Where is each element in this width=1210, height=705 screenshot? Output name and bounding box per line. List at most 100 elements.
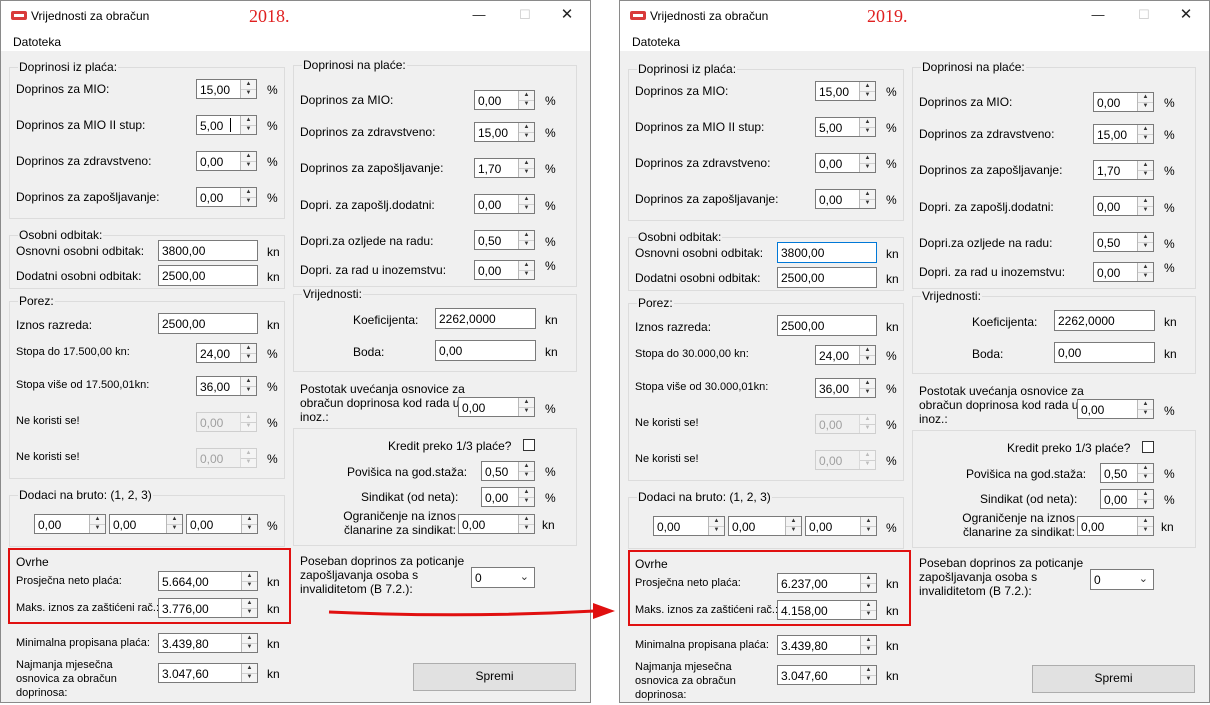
mio2-stepper[interactable]: 5,00 ▲ ▼ [196, 115, 257, 135]
extra-deduction-field[interactable]: 2500,00 [777, 267, 877, 288]
raise-stepper[interactable]: 0,50 ▲ ▼ [481, 461, 535, 481]
title-bar[interactable]: Vrijednosti za obračun 2018. — ☐ ✕ [1, 1, 590, 31]
on-injury-stepper[interactable]: 0,50 ▲ ▼ [1093, 232, 1154, 252]
spin-down-icon[interactable]: ▼ [241, 197, 256, 206]
max-protected-stepper[interactable]: 3.776,00 ▲ ▼ [158, 598, 258, 618]
union-stepper[interactable]: 0,00 ▲ ▼ [481, 487, 535, 507]
gross-3-stepper[interactable]: 0,00 ▲ ▼ [186, 514, 258, 534]
min-base-stepper[interactable]: 3.047,60 ▲ ▼ [777, 665, 877, 685]
menu-file[interactable]: Datoteka [632, 35, 680, 49]
gross-3-stepper[interactable]: 0,00 ▲ ▼ [805, 516, 877, 536]
spin-down-icon[interactable]: ▼ [242, 643, 257, 652]
close-icon[interactable]: ✕ [552, 5, 582, 25]
spin-down-icon[interactable]: ▼ [709, 526, 724, 535]
gross-1-stepper[interactable]: 0,00 ▲ ▼ [34, 514, 106, 534]
spin-down-icon[interactable]: ▼ [861, 583, 876, 592]
spin-down-icon[interactable]: ▼ [1138, 499, 1153, 508]
chevron-down-icon[interactable]: ⌄ [520, 570, 529, 583]
spin-down-icon[interactable]: ▼ [519, 168, 534, 177]
rate-high-stepper[interactable]: 36,00 ▲ ▼ [815, 378, 876, 398]
min-wage-stepper[interactable]: 3.439,80 ▲ ▼ [158, 633, 258, 653]
save-button[interactable]: Spremi [413, 663, 576, 691]
gross-2-stepper[interactable]: 0,00 ▲ ▼ [728, 516, 802, 536]
union-stepper[interactable]: 0,00 ▲ ▼ [1100, 489, 1154, 509]
spin-down-icon[interactable]: ▼ [519, 240, 534, 249]
min-base-stepper[interactable]: 3.047,60 ▲ ▼ [158, 663, 258, 683]
employ-stepper[interactable]: 0,00 ▲ ▼ [196, 187, 257, 207]
spin-down-icon[interactable]: ▼ [519, 407, 534, 416]
spin-down-icon[interactable]: ▼ [519, 270, 534, 279]
special-contrib-select[interactable]: 0 ⌄ [471, 567, 535, 588]
spin-down-icon[interactable]: ▼ [860, 199, 875, 208]
points-field[interactable]: 0,00 [435, 340, 536, 361]
raise-stepper[interactable]: 0,50 ▲ ▼ [1100, 463, 1154, 483]
spin-down-icon[interactable]: ▼ [241, 161, 256, 170]
spin-down-icon[interactable]: ▼ [167, 524, 182, 533]
coef-field[interactable]: 2262,0000 [1054, 310, 1155, 331]
coef-field[interactable]: 2262,0000 [435, 308, 536, 329]
minimize-icon[interactable]: — [1083, 5, 1113, 25]
menu-file[interactable]: Datoteka [13, 35, 61, 49]
on-abroad-stepper[interactable]: 0,00 ▲ ▼ [1093, 262, 1154, 282]
spin-down-icon[interactable]: ▼ [1138, 102, 1153, 111]
increase-stepper[interactable]: 0,00 ▲ ▼ [458, 397, 535, 417]
maximize-icon[interactable]: ☐ [1129, 5, 1159, 25]
spin-down-icon[interactable]: ▼ [90, 524, 105, 533]
spin-down-icon[interactable]: ▼ [1138, 134, 1153, 143]
on-mio-stepper[interactable]: 0,00 ▲ ▼ [1093, 92, 1154, 112]
spin-down-icon[interactable]: ▼ [786, 526, 801, 535]
spin-down-icon[interactable]: ▼ [1138, 473, 1153, 482]
spin-down-icon[interactable]: ▼ [1138, 272, 1153, 281]
health-stepper[interactable]: 0,00 ▲ ▼ [815, 153, 876, 173]
spin-down-icon[interactable]: ▼ [860, 163, 875, 172]
avg-net-stepper[interactable]: 5.664,00 ▲ ▼ [158, 571, 258, 591]
spin-down-icon[interactable]: ▼ [861, 675, 876, 684]
special-contrib-select[interactable]: 0 ⌄ [1090, 569, 1154, 590]
spin-down-icon[interactable]: ▼ [860, 388, 875, 397]
increase-stepper[interactable]: 0,00 ▲ ▼ [1077, 399, 1154, 419]
spin-down-icon[interactable]: ▼ [519, 100, 534, 109]
on-employ-stepper[interactable]: 1,70 ▲ ▼ [1093, 160, 1154, 180]
spin-down-icon[interactable]: ▼ [242, 524, 257, 533]
spin-down-icon[interactable]: ▼ [860, 355, 875, 364]
on-employ-extra-stepper[interactable]: 0,00 ▲ ▼ [1093, 196, 1154, 216]
spin-down-icon[interactable]: ▼ [241, 89, 256, 98]
rate-low-stepper[interactable]: 24,00 ▲ ▼ [196, 343, 257, 363]
chevron-down-icon[interactable]: ⌄ [1139, 572, 1148, 585]
on-abroad-stepper[interactable]: 0,00 ▲ ▼ [474, 260, 535, 280]
spin-down-icon[interactable]: ▼ [519, 132, 534, 141]
credit-checkbox[interactable] [523, 439, 535, 451]
extra-deduction-field[interactable]: 2500,00 [158, 265, 258, 286]
spin-down-icon[interactable]: ▼ [519, 524, 534, 533]
on-health-stepper[interactable]: 15,00 ▲ ▼ [474, 122, 535, 142]
spin-down-icon[interactable]: ▼ [241, 386, 256, 395]
health-stepper[interactable]: 0,00 ▲ ▼ [196, 151, 257, 171]
maximize-icon[interactable]: ☐ [510, 5, 540, 25]
on-health-stepper[interactable]: 15,00 ▲ ▼ [1093, 124, 1154, 144]
points-field[interactable]: 0,00 [1054, 342, 1155, 363]
spin-down-icon[interactable]: ▼ [1138, 526, 1153, 535]
spin-down-icon[interactable]: ▼ [861, 610, 876, 619]
basic-deduction-field[interactable]: 3800,00 [158, 240, 258, 261]
spin-down-icon[interactable]: ▼ [1138, 409, 1153, 418]
spin-down-icon[interactable]: ▼ [519, 497, 534, 506]
on-mio-stepper[interactable]: 0,00 ▲ ▼ [474, 90, 535, 110]
spin-down-icon[interactable]: ▼ [861, 526, 876, 535]
rate-high-stepper[interactable]: 36,00 ▲ ▼ [196, 376, 257, 396]
avg-net-stepper[interactable]: 6.237,00 ▲ ▼ [777, 573, 877, 593]
title-bar[interactable]: Vrijednosti za obračun 2019. — ☐ ✕ [620, 1, 1209, 31]
spin-down-icon[interactable]: ▼ [860, 127, 875, 136]
credit-checkbox[interactable] [1142, 441, 1154, 453]
save-button[interactable]: Spremi [1032, 665, 1195, 693]
basic-deduction-field[interactable]: 3800,00 [777, 242, 877, 263]
gross-1-stepper[interactable]: 0,00 ▲ ▼ [653, 516, 725, 536]
spin-down-icon[interactable]: ▼ [241, 125, 256, 134]
union-limit-stepper[interactable]: 0,00 ▲ ▼ [1077, 516, 1154, 536]
rate-low-stepper[interactable]: 24,00 ▲ ▼ [815, 345, 876, 365]
mio2-stepper[interactable]: 5,00 ▲ ▼ [815, 117, 876, 137]
bracket-field[interactable]: 2500,00 [777, 315, 877, 336]
gross-2-stepper[interactable]: 0,00 ▲ ▼ [109, 514, 183, 534]
spin-down-icon[interactable]: ▼ [519, 204, 534, 213]
minimize-icon[interactable]: — [464, 5, 494, 25]
employ-stepper[interactable]: 0,00 ▲ ▼ [815, 189, 876, 209]
